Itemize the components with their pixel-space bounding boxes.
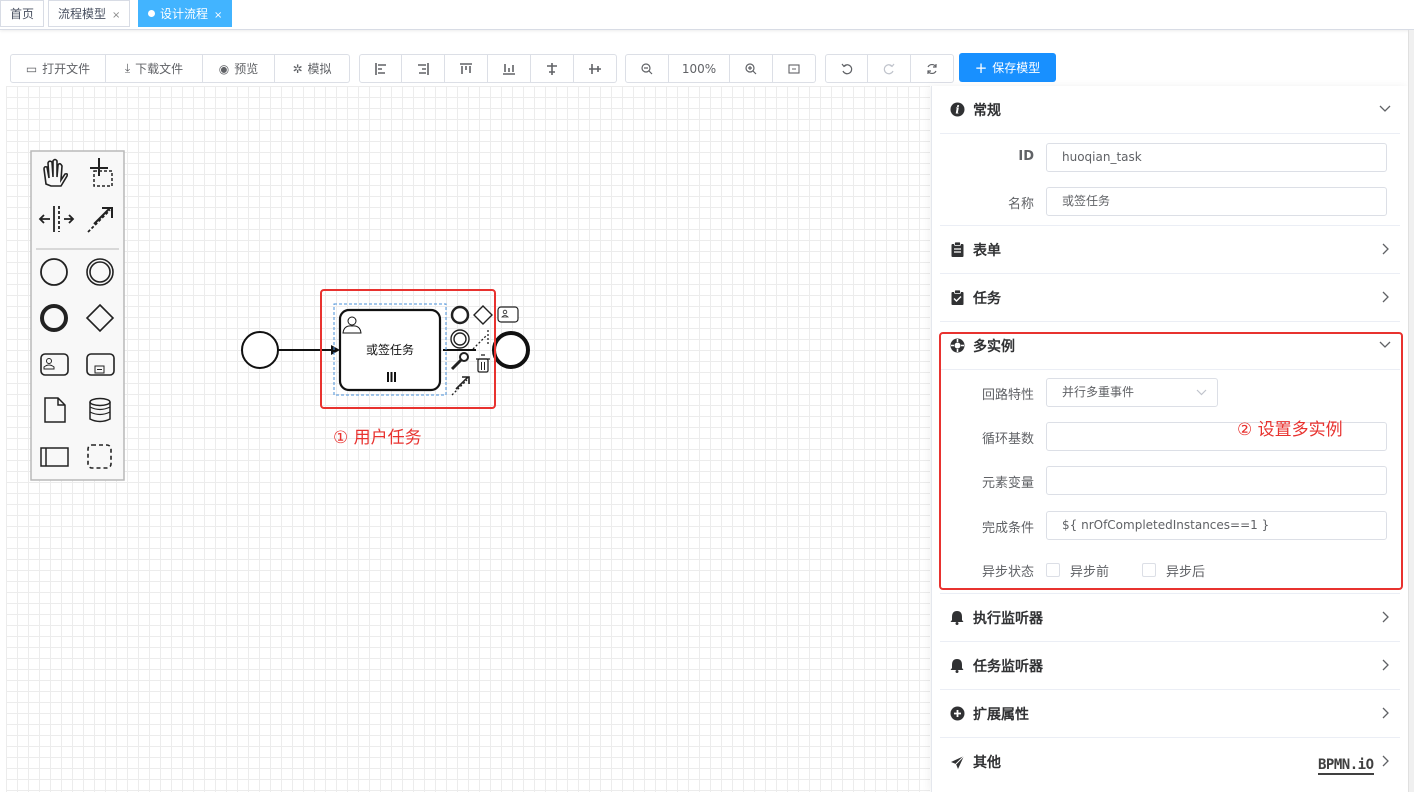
bpmn-io-logo[interactable]: BPMN.iO	[1318, 757, 1374, 775]
zoom-in-button[interactable]	[730, 54, 773, 83]
zoom-level: 100%	[681, 61, 717, 76]
section-general-header[interactable]: i 常规	[940, 86, 1400, 134]
append-task-icon[interactable]	[497, 306, 519, 323]
clipboard-check-icon	[949, 290, 965, 306]
chevron-right-icon	[1382, 707, 1389, 719]
zoom-level-display: 100%	[669, 54, 730, 83]
id-input[interactable]: huoqian_task	[1046, 143, 1387, 172]
align-left-button[interactable]	[359, 54, 402, 83]
end-event[interactable]	[492, 331, 530, 369]
section-form-header[interactable]: 表单	[940, 226, 1400, 274]
scrollbar[interactable]	[1408, 30, 1414, 792]
bell-icon	[949, 658, 965, 674]
preview-button[interactable]: ◉ 预览	[203, 54, 275, 83]
tab-home[interactable]: 首页	[0, 0, 45, 27]
redo-button[interactable]	[868, 54, 911, 83]
section-general-title: 常规	[973, 102, 1001, 119]
tab-home-label: 首页	[10, 7, 35, 21]
simulate-label: 模拟	[307, 62, 332, 76]
zoom-button-group: 100%	[625, 54, 816, 83]
align-right-button[interactable]	[402, 54, 445, 83]
cpu-icon: ✲	[292, 61, 303, 76]
align-center-button[interactable]	[531, 54, 574, 83]
undo-button[interactable]	[825, 54, 868, 83]
history-button-group	[825, 54, 954, 83]
name-input[interactable]: 或签任务	[1046, 187, 1387, 216]
chevron-down-icon	[1379, 105, 1391, 112]
info-icon: i	[949, 102, 965, 118]
tab-process-model[interactable]: 流程模型 ×	[48, 0, 131, 27]
align-bottom-button[interactable]	[488, 54, 531, 83]
section-extension-header[interactable]: 扩展属性	[940, 690, 1400, 738]
annotation-user-task: ① 用户任务	[333, 428, 422, 448]
plus-circle-icon	[949, 706, 965, 722]
undo-icon	[841, 63, 852, 74]
fit-view-button[interactable]	[773, 54, 816, 83]
simulate-button[interactable]: ✲ 模拟	[275, 54, 350, 83]
chevron-right-icon	[1382, 291, 1389, 303]
chevron-right-icon	[1382, 755, 1389, 767]
eye-icon: ◉	[218, 61, 230, 76]
bell-icon	[949, 610, 965, 626]
active-dot-icon	[148, 10, 155, 17]
section-task-title: 任务	[973, 290, 1001, 307]
chevron-right-icon	[1382, 243, 1389, 255]
tab-design-process-label: 设计流程	[160, 7, 209, 21]
align-left-icon	[374, 62, 386, 75]
send-icon	[949, 754, 965, 770]
svg-text:i: i	[955, 104, 959, 117]
highlight-multi-instance	[939, 332, 1403, 590]
plus-icon: +	[974, 58, 988, 77]
chevron-right-icon	[1382, 659, 1389, 671]
section-extension-title: 扩展属性	[973, 706, 1029, 723]
zoom-out-icon	[641, 62, 653, 74]
section-task-listener-header[interactable]: 任务监听器	[940, 642, 1400, 690]
close-icon[interactable]: ×	[214, 10, 222, 21]
preview-label: 预览	[234, 62, 259, 76]
fit-view-icon	[788, 63, 800, 74]
section-task-listener-title: 任务监听器	[973, 658, 1043, 675]
align-middle-button[interactable]	[574, 54, 617, 83]
align-top-icon	[460, 62, 472, 74]
zoom-out-button[interactable]	[625, 54, 669, 83]
reset-button[interactable]	[911, 54, 954, 83]
section-task-header[interactable]: 任务	[940, 274, 1400, 322]
start-event[interactable]	[241, 331, 279, 369]
align-right-icon	[418, 62, 429, 75]
tab-bar: 首页 流程模型 × 设计流程 ×	[0, 0, 1414, 30]
tab-process-model-label: 流程模型	[58, 7, 107, 21]
download-file-button[interactable]: ⤓ 下载文件	[106, 54, 203, 83]
palette	[30, 150, 125, 481]
file-button-group: ▭ 打开文件 ⤓ 下载文件 ◉ 预览 ✲ 模拟	[10, 54, 350, 83]
folder-icon: ▭	[25, 61, 38, 76]
refresh-icon	[927, 63, 937, 74]
save-model-button[interactable]: + 保存模型	[959, 53, 1056, 82]
open-file-button[interactable]: ▭ 打开文件	[10, 54, 106, 83]
diagram-svg: 或签任务	[30, 150, 530, 481]
download-file-label: 下载文件	[135, 62, 184, 76]
redo-icon	[883, 63, 895, 74]
clipboard-icon	[949, 242, 965, 258]
annotation-multi-instance: ② 设置多实例	[1237, 420, 1343, 440]
highlight-user-task	[320, 289, 496, 409]
chevron-right-icon	[1382, 611, 1389, 623]
align-middle-icon	[589, 63, 601, 74]
bpmn-canvas[interactable]: 或签任务	[6, 86, 930, 792]
name-label: 名称	[1007, 197, 1034, 212]
align-bottom-icon	[503, 63, 515, 75]
align-top-button[interactable]	[445, 54, 488, 83]
zoom-in-icon	[745, 62, 757, 74]
id-label: ID	[1018, 149, 1034, 164]
download-icon: ⤓	[124, 61, 131, 75]
open-file-label: 打开文件	[42, 62, 91, 76]
close-icon[interactable]: ×	[112, 10, 120, 21]
section-execution-listener-title: 执行监听器	[973, 610, 1043, 627]
section-other-title: 其他	[973, 755, 1001, 771]
save-model-label: 保存模型	[992, 61, 1041, 75]
align-button-group	[359, 54, 617, 83]
section-execution-listener-header[interactable]: 执行监听器	[940, 594, 1400, 642]
tab-design-process[interactable]: 设计流程 ×	[138, 0, 233, 27]
section-form-title: 表单	[973, 242, 1001, 259]
align-center-icon	[547, 62, 557, 75]
